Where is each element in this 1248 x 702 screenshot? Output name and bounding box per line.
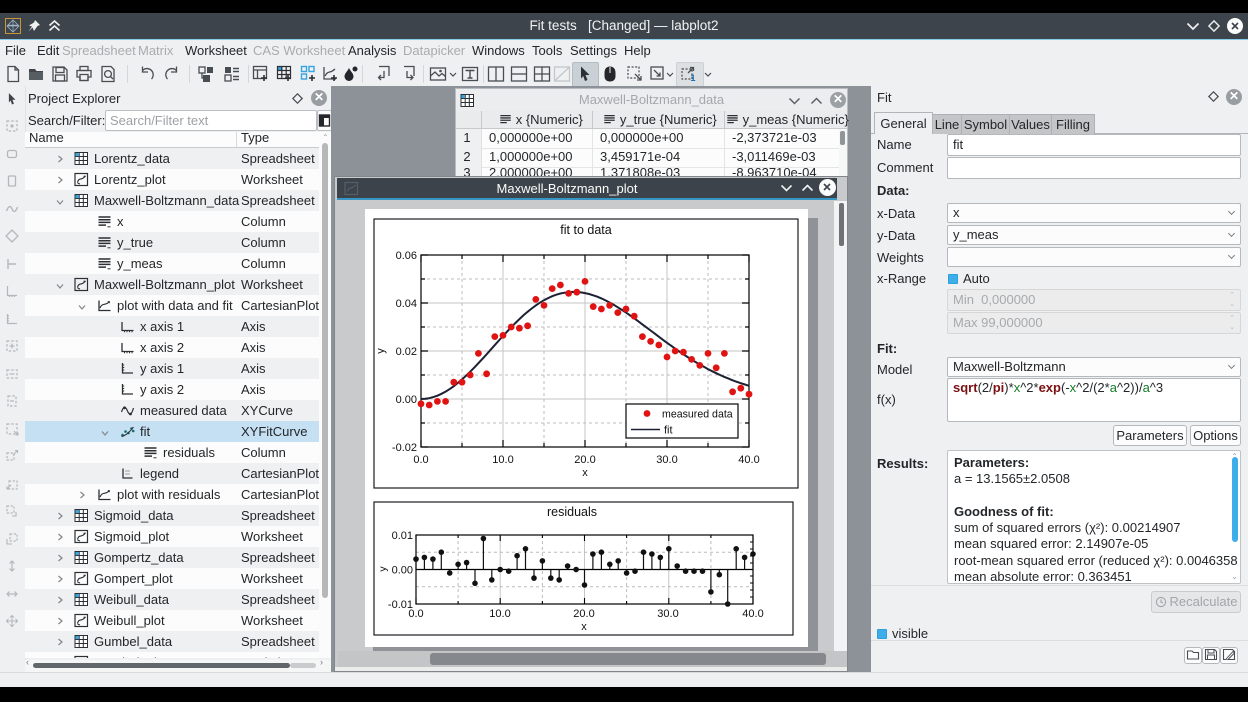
svg-text:measured data: measured data <box>662 409 733 421</box>
svg-text:fit: fit <box>664 425 673 437</box>
svg-text:y: y <box>375 348 387 354</box>
svg-text:30.0: 30.0 <box>656 454 677 466</box>
svg-text:y: y <box>377 566 389 572</box>
svg-text:fit to data: fit to data <box>560 223 611 237</box>
svg-text:10.0: 10.0 <box>489 608 510 620</box>
svg-text:x: x <box>582 467 588 479</box>
svg-text:40.0: 40.0 <box>742 608 763 620</box>
svg-text:-0.02: -0.02 <box>392 442 417 454</box>
svg-text:30.0: 30.0 <box>657 608 678 620</box>
svg-text:0.00: 0.00 <box>392 565 413 577</box>
svg-text:1: 1 <box>691 73 696 83</box>
svg-text:0.0: 0.0 <box>408 608 423 620</box>
svg-text:0.01: 0.01 <box>392 530 413 542</box>
svg-text:40.0: 40.0 <box>738 454 759 466</box>
svg-text:20.0: 20.0 <box>573 608 594 620</box>
svg-text:20.0: 20.0 <box>574 454 595 466</box>
svg-text:0.00: 0.00 <box>396 394 417 406</box>
svg-text:0.06: 0.06 <box>396 250 417 262</box>
svg-text:residuals: residuals <box>547 505 597 519</box>
svg-text:10.0: 10.0 <box>492 454 513 466</box>
svg-text:x: x <box>581 621 587 633</box>
svg-text:0.02: 0.02 <box>396 346 417 358</box>
svg-text:0.04: 0.04 <box>396 298 417 310</box>
svg-text:0.0: 0.0 <box>413 454 428 466</box>
